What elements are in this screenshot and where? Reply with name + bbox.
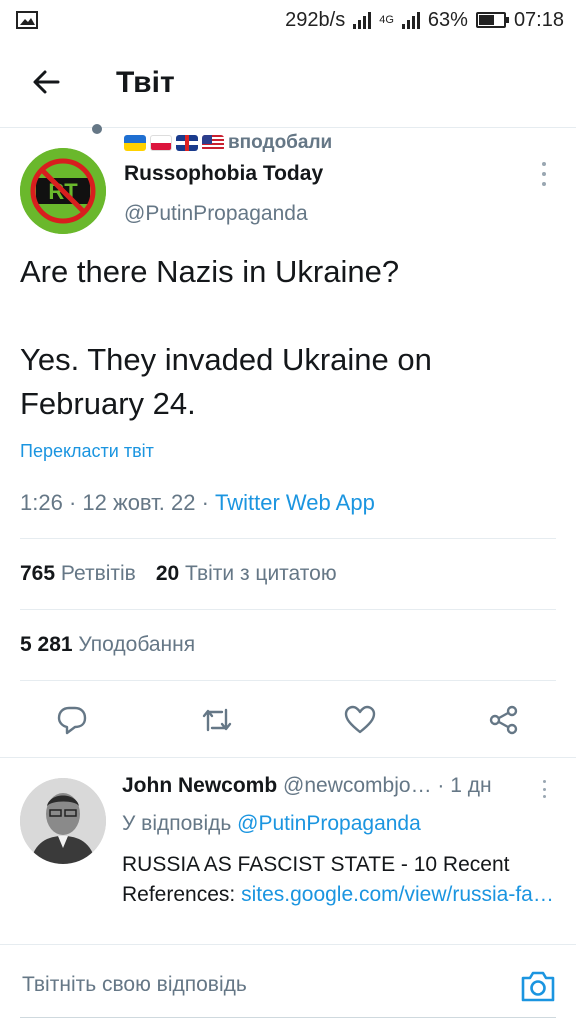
battery-percent: 63% [427,8,468,31]
composer-underline [20,1017,556,1018]
back-arrow-icon [33,70,60,94]
camera-button[interactable] [520,969,556,1003]
clock: 07:18 [513,8,564,31]
signal-icon-2 [401,11,420,29]
reply-icon [57,706,87,735]
tweet-date: 12 жовт. 22 [82,490,196,515]
thread-marker [92,124,102,134]
author-handle[interactable]: @PutinPropaganda [124,202,308,226]
network-type: 4G [379,14,394,26]
share-icon [489,705,518,735]
reply-link[interactable]: sites.google.com/view/russia-fa… [241,883,554,906]
app-header: Твіт [0,40,576,128]
reply-more-button[interactable] [538,780,550,798]
tweet-source-app[interactable]: Twitter Web App [215,490,375,515]
retweet-button[interactable] [197,700,237,740]
replying-prefix: У відповідь [122,812,232,835]
divider [0,757,576,758]
status-bar: 292b/s 4G 63% 07:18 [0,0,576,40]
quotes-count: 20 [155,562,180,585]
divider [20,680,556,681]
reply-button[interactable] [52,700,92,740]
retweets-count: 765 [20,562,56,585]
social-context[interactable]: вподобали [124,132,332,154]
more-options-button[interactable] [536,162,552,186]
quotes-label: Твіти з цитатою [185,562,337,585]
likes-stat[interactable]: 5 281 Уподобання [20,633,195,657]
replying-handle[interactable]: @PutinPropaganda [237,812,421,835]
us-flag-icon [202,135,224,151]
reply-author-name[interactable]: John Newcomb [122,774,277,797]
reply-input[interactable]: Твітніть свою відповідь [22,973,247,997]
tweet-stats: 765 Ретвітів 20 Твіти з цитатою [20,562,337,586]
likes-count: 5 281 [20,633,73,656]
person-photo-icon [20,778,106,864]
reply-time: 1 дн [450,774,492,797]
network-speed: 292b/s [285,8,346,31]
poland-flag-icon [150,135,172,151]
reply-text: RUSSIA AS FASCIST STATE - 10 Recent Refe… [122,850,562,910]
liked-by-label: вподобали [228,132,333,153]
replying-to: У відповідь @PutinPropaganda [122,812,421,836]
reply-author-avatar[interactable] [20,778,106,864]
reply-author-handle[interactable]: @newcombjo… [283,774,432,797]
share-button[interactable] [484,700,524,740]
tweet-text: Are there Nazis in Ukraine? Yes. They in… [20,254,432,421]
ukraine-flag-icon [124,135,146,151]
image-notification-icon [16,11,38,29]
like-button[interactable] [340,700,380,740]
retweet-icon [202,708,232,732]
reply-composer: Твітніть свою відповідь [0,944,576,1024]
signal-icon [353,11,372,29]
author-name[interactable]: Russophobia Today [124,162,323,186]
tweet-meta: 1:26 · 12 жовт. 22 · Twitter Web App [20,490,375,515]
translate-tweet-link[interactable]: Перекласти твіт [20,441,154,462]
camera-icon [521,971,555,1002]
tweet-actions [0,700,576,740]
author-avatar[interactable]: RT [20,148,106,234]
retweets-label: Ретвітів [60,562,136,585]
reply-header: John Newcomb @newcombjo… · 1 дн [122,774,492,797]
retweets-stat[interactable]: 765 Ретвітів [20,562,136,586]
more-vertical-icon [542,780,546,783]
quotes-stat[interactable]: 20 Твіти з цитатою [156,562,337,586]
like-icon [344,705,376,734]
page-title: Твіт [116,66,175,99]
divider [20,609,556,610]
uk-flag-icon [176,135,198,151]
rt-logo-icon: RT [20,148,106,234]
tweet-time: 1:26 [20,490,63,515]
more-vertical-icon [542,162,546,166]
likes-label: Уподобання [78,633,196,656]
divider [20,538,556,539]
battery-icon [475,12,509,28]
back-button[interactable] [28,64,64,100]
